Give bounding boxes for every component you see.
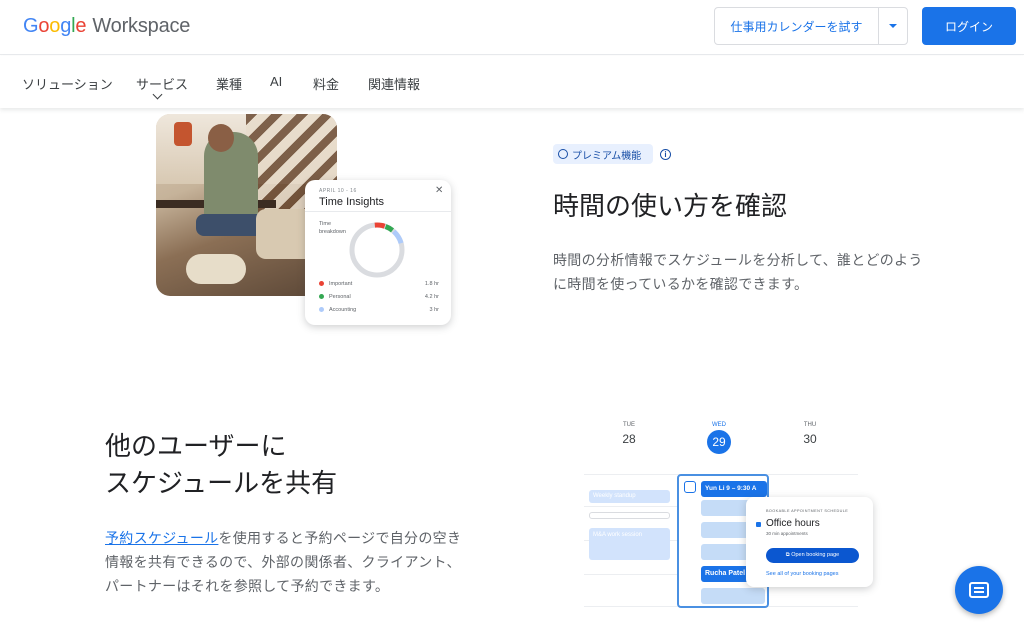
event-empty-slot — [589, 512, 670, 519]
nav-solutions[interactable]: ソリューション — [22, 74, 113, 93]
legend-dot — [319, 281, 324, 287]
insights-title: Time Insights — [319, 196, 385, 208]
legend-dot — [319, 294, 324, 300]
event-weekly-standup: Weekly standup — [589, 490, 670, 503]
event-ma-work-session: M&A work session — [589, 528, 670, 560]
appointment-schedule-label: BOOKABLE APPOINTMENT SCHEDULE — [766, 509, 849, 513]
calendar-color-square — [756, 522, 761, 527]
feature-title-share: 他のユーザーに スケジュールを共有 — [105, 431, 338, 498]
nav-pricing[interactable]: 料金 — [313, 74, 339, 93]
try-calendar-button[interactable]: 仕事用カレンダーを試す — [715, 8, 879, 44]
donut-segment-accounting — [349, 222, 405, 278]
calendar-day-thu: THU 30 — [803, 422, 817, 446]
close-icon[interactable]: ✕ — [435, 185, 443, 196]
time-insights-card: APRIL 10 - 16 Time Insights ✕ Time break… — [305, 180, 451, 325]
login-button[interactable]: ログイン — [922, 7, 1016, 45]
office-hours-title: Office hours — [766, 518, 820, 529]
feature-title-insights: 時間の使い方を確認 — [553, 191, 788, 221]
calendar-day-wed: WED — [712, 422, 726, 428]
try-calendar-split-button: 仕事用カレンダーを試す — [714, 7, 908, 45]
chat-icon — [969, 582, 989, 598]
google-workspace-logo[interactable]: Google Workspace — [23, 15, 190, 38]
donut-segment-personal — [349, 222, 405, 278]
see-booking-pages-link[interactable]: See all of your booking pages — [766, 571, 838, 577]
appointment-schedule-link[interactable]: 予約スケジュール — [105, 530, 218, 546]
open-booking-page-button[interactable]: ⧉ Open booking page — [766, 548, 859, 563]
calendar-today-circle: 29 — [707, 430, 731, 454]
calendar-day-tue: TUE 28 — [622, 422, 636, 446]
nav-resources[interactable]: 関連情報 — [368, 74, 420, 93]
insights-date-range: APRIL 10 - 16 — [319, 188, 357, 194]
premium-badge-label: プレミアム機能 — [572, 150, 642, 162]
sub-navigation: ソリューション サービス 業種 AI 料金 関連情報 — [0, 56, 1024, 108]
chat-support-button[interactable] — [955, 566, 1003, 614]
appointment-popup: BOOKABLE APPOINTMENT SCHEDULE Office hou… — [746, 497, 873, 587]
nav-services[interactable]: サービス — [136, 74, 188, 93]
logo-product-name: Workspace — [92, 15, 191, 37]
nav-ai[interactable]: AI — [270, 74, 282, 89]
bookable-slot[interactable] — [701, 588, 765, 604]
legend-item-personal: Personal 4.2 hr — [319, 294, 439, 300]
grid-icon — [684, 481, 696, 493]
premium-badge: プレミアム機能 — [553, 144, 653, 164]
legend-item-important: Important 1.8 hr — [319, 281, 439, 287]
info-icon[interactable]: i — [660, 149, 671, 160]
legend-dot — [319, 307, 324, 313]
top-bar: Google Workspace 仕事用カレンダーを試す ログイン — [0, 0, 1024, 55]
medal-icon — [558, 149, 568, 159]
trial-dropdown-toggle[interactable] — [879, 8, 907, 44]
caret-down-icon — [889, 24, 897, 28]
legend-item-accounting: Accounting 3 hr — [319, 307, 439, 313]
slot-yun-li[interactable]: Yun Li 9 – 9:30 A — [701, 481, 767, 497]
nav-industries[interactable]: 業種 — [216, 74, 242, 93]
appointment-duration: 30 min appointments — [766, 531, 808, 536]
feature-description-insights: 時間の分析情報でスケジュールを分析して、誰とどのように時間を使っているかを確認で… — [553, 252, 923, 292]
feature-description-share: 予約スケジュールを使用すると予約ページで自分の空き情報を共有できるので、外部の関… — [105, 530, 462, 594]
time-breakdown-donut — [349, 222, 405, 278]
